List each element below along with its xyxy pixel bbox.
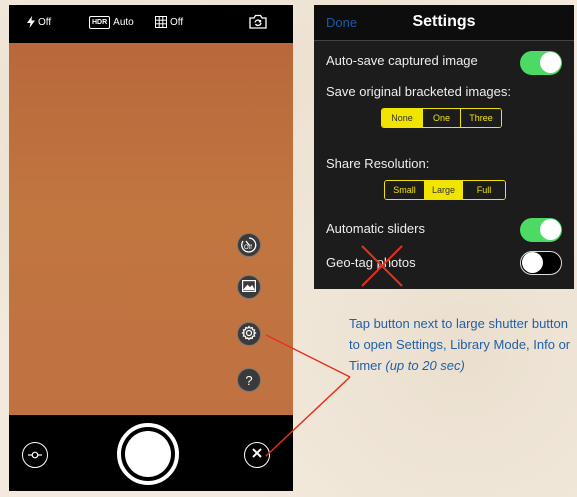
annotation-callout: Tap button next to large shutter button …	[349, 313, 571, 376]
camera-rotate-icon	[249, 14, 267, 32]
hdr-toggle[interactable]: HDR Auto	[89, 16, 134, 29]
geotag-toggle[interactable]	[520, 251, 562, 275]
segment-full[interactable]: Full	[463, 181, 505, 199]
camera-bottom-bar	[9, 415, 293, 491]
segment-small[interactable]: Small	[385, 181, 425, 199]
hdr-label: Auto	[113, 17, 134, 28]
image-icon	[242, 279, 257, 295]
shutter-inner	[125, 431, 171, 477]
segment-three[interactable]: Three	[461, 109, 501, 127]
settings-panel: Done Settings Auto-save captured image S…	[314, 5, 574, 289]
annotation-italic: (up to 20 sec)	[385, 358, 465, 373]
timer-icon: Off	[240, 236, 258, 254]
automatic-sliders-label: Automatic sliders	[326, 221, 425, 236]
autosave-toggle[interactable]	[520, 51, 562, 75]
segment-one[interactable]: One	[423, 109, 461, 127]
bracketed-segmented-control: None One Three	[381, 108, 502, 128]
share-resolution-segmented-control: Small Large Full	[384, 180, 506, 200]
autosave-label: Auto-save captured image	[326, 53, 478, 68]
exposure-icon	[28, 446, 42, 464]
camera-screen: Off HDR Auto Off Off ?	[9, 5, 293, 491]
library-button[interactable]	[237, 275, 261, 299]
cross-out-mark	[361, 245, 403, 287]
flash-label: Off	[38, 16, 52, 28]
gear-icon	[241, 324, 257, 344]
timer-button[interactable]: Off	[237, 233, 261, 257]
flash-toggle[interactable]: Off	[27, 16, 51, 28]
segment-none[interactable]: None	[382, 109, 423, 127]
settings-button[interactable]	[237, 322, 261, 346]
toggle-knob	[540, 219, 561, 240]
settings-header: Done Settings	[314, 5, 574, 41]
lightning-icon	[27, 16, 35, 28]
grid-label: Off	[170, 16, 184, 28]
exposure-lock-button[interactable]	[22, 442, 48, 468]
shutter-button[interactable]	[117, 423, 179, 485]
info-button[interactable]: ?	[237, 368, 261, 392]
close-icon	[251, 446, 263, 464]
grid-icon	[155, 16, 167, 28]
automatic-sliders-toggle[interactable]	[520, 218, 562, 242]
question-icon: ?	[245, 372, 253, 388]
switch-camera-button[interactable]	[249, 14, 267, 32]
camera-top-bar: Off HDR Auto Off	[9, 5, 293, 43]
timer-label: Off	[244, 245, 252, 251]
close-menu-button[interactable]	[244, 442, 270, 468]
share-resolution-label: Share Resolution:	[326, 156, 430, 171]
hdr-badge: HDR	[89, 16, 111, 29]
grid-toggle[interactable]: Off	[155, 16, 183, 28]
toggle-knob	[540, 52, 561, 73]
toggle-knob	[522, 252, 543, 273]
settings-title: Settings	[412, 13, 476, 30]
bracketed-label: Save original bracketed images:	[326, 84, 511, 99]
viewfinder[interactable]	[9, 43, 293, 415]
segment-large[interactable]: Large	[425, 181, 463, 199]
